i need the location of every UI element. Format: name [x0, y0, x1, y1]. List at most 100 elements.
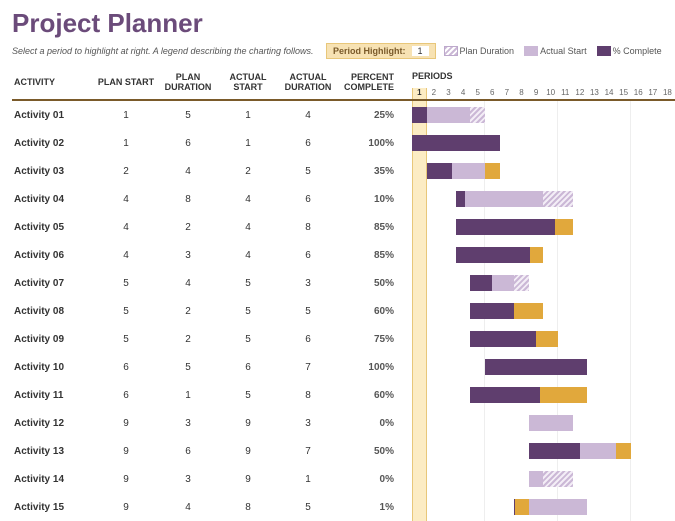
gantt-row: [412, 465, 675, 493]
cell-activity: Activity 13: [12, 446, 96, 457]
bar-actual: [456, 191, 544, 207]
cell-actual-start: 9: [220, 474, 276, 485]
bar-percent: [514, 499, 515, 515]
cell-actual-start: 5: [220, 390, 276, 401]
period-header[interactable]: 12: [573, 88, 588, 99]
table-row[interactable]: Activity 07545350%: [12, 269, 412, 297]
period-header[interactable]: 8: [514, 88, 529, 99]
period-header[interactable]: 18: [660, 88, 675, 99]
period-header[interactable]: 11: [558, 88, 573, 99]
bar-percent: [529, 443, 580, 459]
gantt-row: [412, 157, 675, 185]
table-row[interactable]: Activity 03242535%: [12, 157, 412, 185]
period-header[interactable]: 13: [587, 88, 602, 99]
cell-percent-complete: 60%: [340, 306, 406, 317]
cell-percent-complete: 85%: [340, 250, 406, 261]
bar-percent: [470, 331, 536, 347]
period-header[interactable]: 16: [631, 88, 646, 99]
cell-actual-duration: 4: [276, 110, 340, 121]
table-row[interactable]: Activity 021616100%: [12, 129, 412, 157]
bar-percent: [427, 163, 453, 179]
cell-activity: Activity 01: [12, 110, 96, 121]
period-header[interactable]: 10: [543, 88, 558, 99]
cell-percent-complete: 0%: [340, 474, 406, 485]
cell-percent-complete: 50%: [340, 278, 406, 289]
bar-actual: [529, 471, 544, 487]
cell-activity: Activity 03: [12, 166, 96, 177]
cell-activity: Activity 14: [12, 474, 96, 485]
gantt-row: [412, 353, 675, 381]
cell-actual-start: 9: [220, 446, 276, 457]
cell-actual-start: 5: [220, 334, 276, 345]
col-plan-start: PLAN START: [96, 77, 156, 87]
legend-swatch-pct: [597, 46, 611, 56]
cell-plan-start: 4: [96, 222, 156, 233]
cell-plan-duration: 1: [156, 390, 220, 401]
cell-activity: Activity 11: [12, 390, 96, 401]
cell-actual-duration: 1: [276, 474, 340, 485]
period-header[interactable]: 9: [529, 88, 544, 99]
period-header[interactable]: 6: [485, 88, 500, 99]
bar-percent: [470, 275, 492, 291]
table-row[interactable]: Activity 1594851%: [12, 493, 412, 521]
period-header[interactable]: 7: [500, 88, 515, 99]
gantt-row: [412, 409, 675, 437]
table-row[interactable]: Activity 09525675%: [12, 325, 412, 353]
subtitle: Select a period to highlight at right. A…: [12, 46, 318, 56]
period-header[interactable]: 5: [470, 88, 485, 99]
cell-percent-complete: 0%: [340, 418, 406, 429]
cell-plan-start: 9: [96, 474, 156, 485]
period-header[interactable]: 2: [427, 88, 442, 99]
table-row[interactable]: Activity 08525560%: [12, 297, 412, 325]
period-highlight-box[interactable]: Period Highlight: 1: [326, 43, 436, 59]
table-row[interactable]: Activity 106567100%: [12, 353, 412, 381]
cell-activity: Activity 06: [12, 250, 96, 261]
col-actual-start: ACTUAL START: [220, 72, 276, 92]
cell-actual-duration: 8: [276, 222, 340, 233]
bar-percent: [456, 247, 530, 263]
cell-percent-complete: 100%: [340, 138, 406, 149]
cell-plan-start: 4: [96, 194, 156, 205]
table-row[interactable]: Activity 01151425%: [12, 101, 412, 129]
cell-plan-start: 5: [96, 278, 156, 289]
period-header[interactable]: 1: [412, 88, 427, 99]
period-header[interactable]: 17: [646, 88, 661, 99]
legend: Plan Duration Actual Start % Complete: [444, 46, 662, 57]
period-header[interactable]: 3: [441, 88, 456, 99]
cell-actual-start: 1: [220, 138, 276, 149]
period-highlight-label: Period Highlight:: [333, 46, 406, 56]
legend-label-pct: % Complete: [613, 46, 662, 56]
cell-percent-complete: 25%: [340, 110, 406, 121]
cell-percent-complete: 50%: [340, 446, 406, 457]
table-row[interactable]: Activity 11615860%: [12, 381, 412, 409]
cell-plan-duration: 4: [156, 502, 220, 513]
bar-overrun: [616, 443, 631, 459]
period-highlight-value[interactable]: 1: [412, 46, 429, 56]
gantt-row: [412, 297, 675, 325]
cell-plan-duration: 8: [156, 194, 220, 205]
table-row[interactable]: Activity 1293930%: [12, 409, 412, 437]
table-row[interactable]: Activity 06434685%: [12, 241, 412, 269]
cell-plan-start: 1: [96, 138, 156, 149]
period-header[interactable]: 14: [602, 88, 617, 99]
cell-activity: Activity 07: [12, 278, 96, 289]
cell-plan-start: 5: [96, 334, 156, 345]
cell-actual-start: 8: [220, 502, 276, 513]
cell-plan-duration: 4: [156, 278, 220, 289]
table-row[interactable]: Activity 04484610%: [12, 185, 412, 213]
period-header[interactable]: 15: [616, 88, 631, 99]
cell-actual-start: 9: [220, 418, 276, 429]
cell-actual-start: 4: [220, 194, 276, 205]
bar-actual: [529, 415, 573, 431]
cell-actual-start: 4: [220, 222, 276, 233]
bar-percent: [485, 359, 587, 375]
period-header[interactable]: 4: [456, 88, 471, 99]
col-plan-duration: PLAN DURATION: [156, 72, 220, 92]
table-row[interactable]: Activity 05424885%: [12, 213, 412, 241]
cell-actual-duration: 6: [276, 250, 340, 261]
header-row: Select a period to highlight at right. A…: [12, 43, 675, 59]
cell-plan-start: 1: [96, 110, 156, 121]
cell-plan-duration: 3: [156, 474, 220, 485]
table-row[interactable]: Activity 1493910%: [12, 465, 412, 493]
table-row[interactable]: Activity 13969750%: [12, 437, 412, 465]
